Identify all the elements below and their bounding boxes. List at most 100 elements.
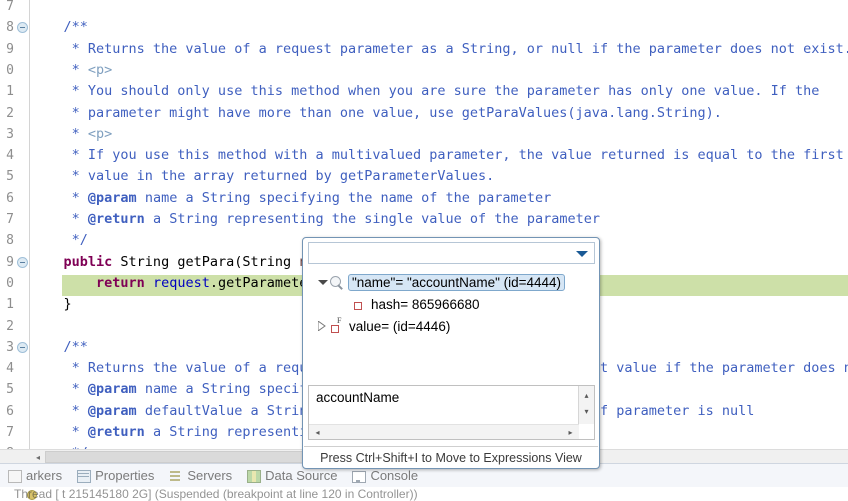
line-number: 1 [6,297,14,313]
debug-variable-popup[interactable]: "name"= "accountName" (id=4444) hash= 865… [302,237,600,469]
line-number: 6 [6,403,14,419]
line-number: 9 [6,254,14,270]
code-line[interactable]: * @return a String representing the sing… [31,209,600,230]
line-number: 1 [6,84,14,100]
variable-label: value= (id=4446) [349,318,451,334]
scroll-up-arrow-icon[interactable]: ▴ [579,388,594,402]
code-line[interactable]: * @param name a String specifying the na… [31,188,552,209]
code-line[interactable]: } [31,294,72,315]
line-number: 9 [6,41,14,57]
line-number: 6 [6,190,14,206]
popup-hint-text: Press Ctrl+Shift+I to Move to Expression… [320,451,582,465]
fold-collapse-icon[interactable] [17,341,28,353]
view-tab-label: Servers [187,468,233,483]
code-token: } [31,296,72,313]
code-token: * value in the array returned by getPara… [31,168,495,185]
detail-scroll-left-icon[interactable]: ◂ [311,426,324,439]
code-line[interactable]: /** [31,337,88,358]
markers-icon [7,468,22,483]
code-token: String [112,253,178,270]
servers-icon [168,468,183,483]
editor-gutter[interactable]: 789012345678901234567890 [0,0,30,463]
code-token: * [31,402,88,419]
variable-detail-pane[interactable]: accountName ▴ ▾ ◂ ▸ [308,385,595,440]
field-final-icon [328,316,345,335]
code-token: @return [87,424,145,440]
view-tab-properties[interactable]: Properties [69,464,161,487]
code-line[interactable]: * You should only use this method when y… [31,81,820,102]
variable-tree-row[interactable]: "name"= "accountName" (id=4444) [316,271,566,293]
view-tab-arkers[interactable]: arkers [0,464,69,487]
code-token: * [31,381,88,398]
code-token: a String representing the single value o… [144,211,600,227]
data-source-icon [246,468,262,483]
line-number: 2 [6,318,14,334]
code-token: * parameter might have more than one val… [31,104,722,121]
line-number: 7 [6,425,14,440]
view-tab-label: Properties [95,468,155,483]
line-number: 4 [6,148,14,164]
properties-icon [76,468,92,483]
status-line-text: Thread [ t 215145180 2G] (Suspended (bre… [14,487,418,501]
code-token: * If you use this method with a multival… [31,147,844,164]
code-token: @param [87,402,137,419]
code-line[interactable]: /** [31,17,88,38]
code-token: @param [87,189,137,206]
line-number: 7 [6,0,14,14]
code-line[interactable]: * value in the array returned by getPara… [31,166,495,187]
detail-horizontal-scrollbar[interactable]: ◂ ▸ [309,424,579,439]
code-line[interactable]: * <p> [31,124,113,145]
variable-tree-row[interactable]: hash= 865966680 [338,293,480,315]
code-token: /** [63,19,88,36]
variable-tree[interactable]: "name"= "accountName" (id=4444) hash= 865… [308,267,595,380]
expand-arrow-right-icon[interactable] [316,315,328,337]
code-line[interactable]: */ [31,230,88,251]
code-line[interactable]: * If you use this method with a multival… [31,145,844,166]
line-number: 7 [6,212,14,227]
code-token: @param [87,381,137,398]
code-token: name a String specifying the name of the… [136,189,552,206]
code-token: */ [31,232,88,249]
code-token: <p> [87,61,113,78]
line-number: 4 [6,361,14,377]
fold-collapse-icon[interactable] [17,256,28,268]
detail-value-text: accountName [316,390,400,405]
view-tab-label: arkers [26,468,63,483]
variable-label: "name"= "accountName" (id=4444) [348,273,566,291]
code-token: * [31,189,88,206]
variable-tree-row[interactable]: value= (id=4446) [316,315,451,337]
gutter-divider [29,0,30,449]
code-token: * [31,424,88,440]
line-number: 0 [6,62,14,78]
scroll-down-arrow-icon[interactable]: ▾ [579,404,594,418]
line-number: 3 [6,126,14,142]
expand-arrow-down-icon[interactable] [316,271,328,293]
scroll-left-arrow-icon[interactable]: ◂ [32,451,44,463]
chevron-down-icon[interactable] [576,251,588,257]
code-line[interactable]: * Returns the value of a request paramet… [31,39,848,60]
code-token: * You should only use this method when y… [31,83,820,100]
detail-vertical-scrollbar[interactable]: ▴ ▾ [578,386,594,424]
fold-collapse-icon[interactable] [17,22,28,34]
view-tab-label: Data Source [265,468,338,483]
code-line[interactable]: * <p> [31,60,113,81]
detail-scroll-right-icon[interactable]: ▸ [564,426,577,439]
code-line[interactable]: * parameter might have more than one val… [31,103,722,124]
code-token: request [152,274,210,291]
code-token: (String [234,253,300,270]
view-tab-servers[interactable]: Servers [161,464,239,487]
code-token: getPara [177,253,235,270]
field-icon [350,296,367,313]
code-token: @return [87,211,145,227]
console-icon [351,468,367,483]
line-number: 2 [6,105,14,121]
variable-label: hash= 865966680 [371,296,480,312]
line-number: 3 [6,339,14,355]
code-token: * Returns the value of a request paramet… [31,40,848,57]
popup-expression-field[interactable] [308,242,595,264]
